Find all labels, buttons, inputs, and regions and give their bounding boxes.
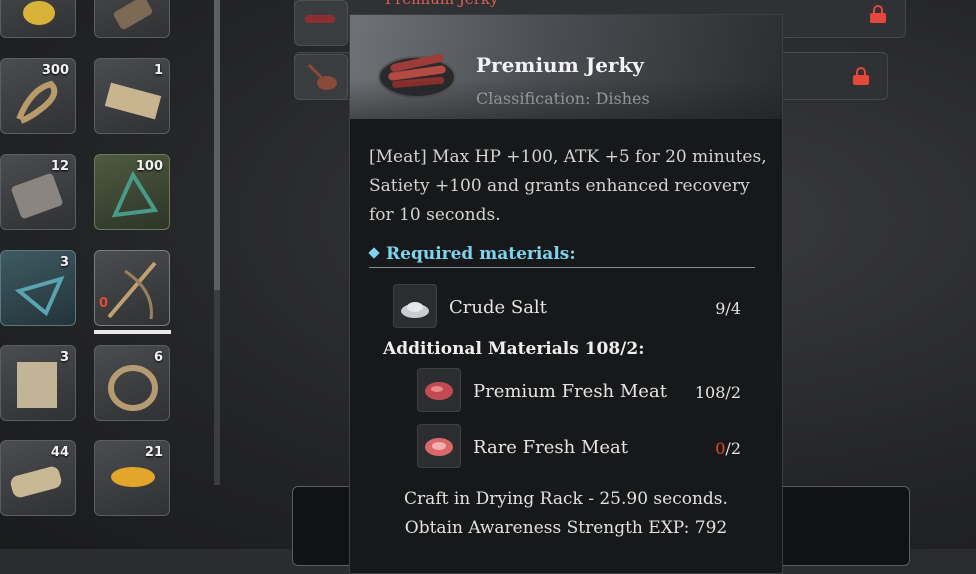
- item-description: [Meat] Max HP +100, ATK +5 for 20 minute…: [369, 147, 767, 225]
- divider: [369, 267, 755, 268]
- inventory-slot[interactable]: 6: [94, 345, 170, 421]
- inventory-slot[interactable]: [94, 0, 170, 38]
- ore-icon: [23, 1, 55, 25]
- inventory-slot[interactable]: 21: [94, 440, 170, 516]
- inventory-grid: 300 1 12 100 3 0 3 6 44 21: [0, 0, 230, 549]
- item-title: Premium Jerky: [476, 53, 644, 77]
- material-name: Rare Fresh Meat: [473, 437, 629, 458]
- required-materials-heading: Required materials:: [368, 244, 576, 264]
- inventory-slot[interactable]: 44: [0, 440, 76, 516]
- scrollbar-thumb[interactable]: [214, 0, 220, 290]
- material-name: Premium Fresh Meat: [473, 381, 667, 402]
- diamond-icon: [368, 247, 380, 259]
- material-have: 0: [715, 439, 726, 458]
- material-count: 0/2: [715, 439, 741, 458]
- material-need: 2: [730, 383, 741, 402]
- slot-quantity: 1: [153, 63, 163, 78]
- lock-icon: [853, 67, 869, 85]
- slot-quantity: 0: [99, 296, 109, 311]
- jerky-icon: [305, 15, 335, 23]
- item-tooltip: Premium Jerky Classification: Dishes [Me…: [349, 14, 783, 574]
- meat-icon: [425, 382, 453, 400]
- tooltip-header: Premium Jerky Classification: Dishes: [350, 15, 782, 119]
- slot-quantity: 6: [153, 350, 163, 365]
- additional-materials-label: Additional Materials 108/2:: [383, 339, 645, 359]
- spoon-icon: [307, 63, 337, 90]
- item-classification: Classification: Dishes: [476, 89, 650, 108]
- inventory-slot[interactable]: [0, 0, 76, 38]
- material-have: 108: [694, 383, 726, 402]
- slot-quantity: 300: [41, 63, 69, 78]
- rare-meat-icon: [425, 438, 453, 456]
- slot-quantity: 44: [50, 445, 69, 460]
- slot-quantity: 3: [59, 255, 69, 270]
- material-icon: [393, 284, 437, 328]
- inventory-slot[interactable]: 100: [94, 154, 170, 230]
- material-need: 2: [730, 439, 741, 458]
- material-name: Crude Salt: [449, 297, 547, 318]
- crossbow-icon: [107, 261, 157, 320]
- required-label: Required materials:: [386, 244, 576, 264]
- recipe-title: Premium Jerky: [385, 0, 498, 8]
- slot-quantity: 12: [50, 159, 69, 174]
- slot-quantity: 3: [59, 350, 69, 365]
- recipe-thumb: [294, 54, 348, 100]
- jerky-icon: [378, 54, 456, 98]
- material-count: 9/4: [715, 299, 741, 318]
- inventory-slot[interactable]: 12: [0, 154, 76, 230]
- material-icon: [417, 368, 461, 412]
- material-need: 4: [730, 299, 741, 318]
- craft-info: Craft in Drying Rack - 25.90 seconds.: [404, 489, 728, 509]
- inventory-scrollbar[interactable]: [214, 0, 220, 485]
- inventory-slot[interactable]: 1: [94, 58, 170, 134]
- material-have: 9: [715, 299, 726, 318]
- slot-quantity: 21: [144, 445, 163, 460]
- slot-quantity: 100: [135, 159, 163, 174]
- inventory-slot[interactable]: 300: [0, 58, 76, 134]
- bark-icon: [113, 0, 153, 30]
- material-icon: [417, 424, 461, 468]
- inventory-slot[interactable]: 3: [0, 250, 76, 326]
- exp-info: Obtain Awareness Strength EXP: 792: [404, 518, 728, 538]
- inventory-slot-selected[interactable]: 0: [94, 250, 170, 326]
- selection-indicator: [94, 330, 171, 334]
- material-count: 108/2: [694, 383, 741, 402]
- inventory-slot[interactable]: 3: [0, 345, 76, 421]
- lock-icon: [870, 5, 886, 23]
- salt-icon: [401, 302, 429, 318]
- recipe-thumb: [294, 0, 348, 46]
